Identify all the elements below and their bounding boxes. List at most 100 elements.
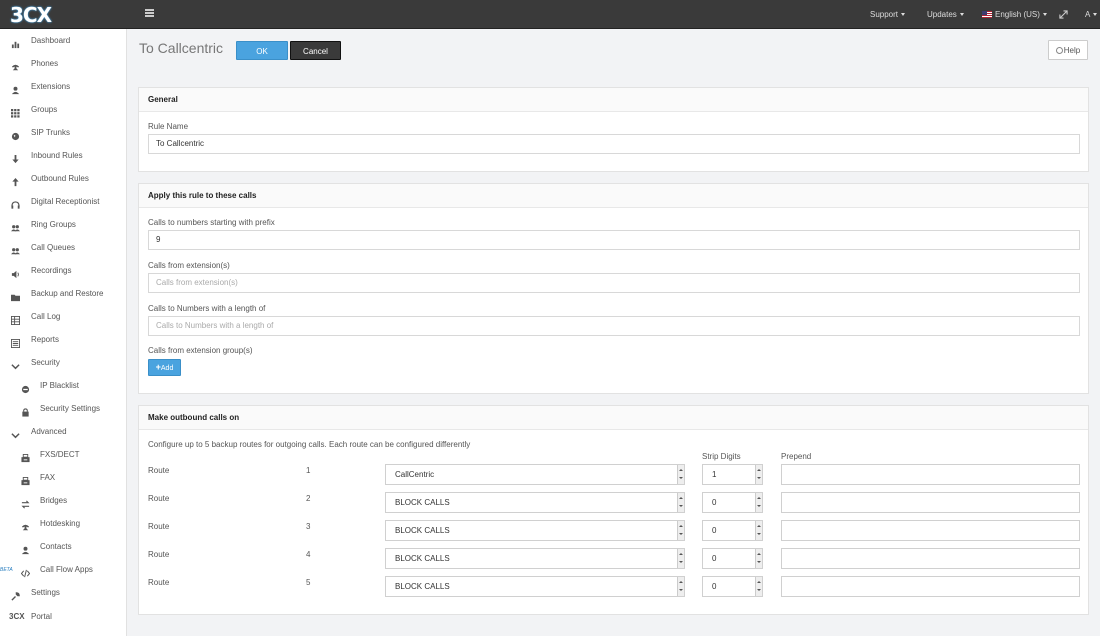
sidebar-item-recordings[interactable]: Recordings	[0, 261, 127, 281]
route-gateway-select[interactable]: BLOCK CALLS	[385, 492, 685, 513]
strip-digits-value: 0	[712, 554, 717, 563]
prepend-input[interactable]	[781, 464, 1080, 485]
sidebar-item-fax[interactable]: FAX	[0, 468, 127, 488]
rule-name-input[interactable]: To Callcentric	[148, 134, 1080, 154]
sidebar-item-call-log[interactable]: Call Log	[0, 307, 127, 327]
ok-button[interactable]: OK	[236, 41, 288, 60]
sidebar-item-digital-receptionist[interactable]: Digital Receptionist	[0, 192, 127, 212]
gateway-value: BLOCK CALLS	[395, 554, 450, 563]
route-row: Route 1 CallCentric 1	[139, 464, 1090, 485]
sidebar-item-call-queues[interactable]: Call Queues	[0, 238, 127, 258]
sidebar-item-ip-blacklist[interactable]: IP Blacklist	[0, 376, 127, 396]
sidebar-item-security-settings[interactable]: Security Settings	[0, 399, 127, 419]
prepend-input[interactable]	[781, 548, 1080, 569]
sidebar-item-dashboard[interactable]: Dashboard	[0, 31, 127, 51]
sidebar-item-label: FXS/DECT	[40, 450, 80, 459]
from-extensions-label: Calls from extension(s)	[148, 261, 230, 270]
user-icon	[21, 543, 30, 555]
sidebar-item-security[interactable]: Security	[0, 353, 127, 373]
add-label: Add	[160, 365, 174, 372]
route-row: Route 5 BLOCK CALLS 0	[139, 576, 1090, 597]
number-length-input[interactable]: Calls to Numbers with a length of	[148, 316, 1080, 336]
strip-digits-select[interactable]: 1	[702, 464, 763, 485]
select-spinner-icon	[677, 521, 684, 540]
sidebar-item-portal[interactable]: 3CX Portal	[0, 607, 127, 627]
help-button[interactable]: Help	[1048, 40, 1088, 60]
sidebar-item-settings[interactable]: Settings	[0, 583, 127, 603]
number-length-label: Calls to Numbers with a length of	[148, 304, 266, 313]
sidebar-item-extensions[interactable]: Extensions	[0, 77, 127, 97]
3cx-logo[interactable]: 3CX	[10, 4, 64, 26]
panel-heading: Apply this rule to these calls	[139, 184, 1088, 208]
sidebar-item-sip-trunks[interactable]: SIP Trunks	[0, 123, 127, 143]
language-menu[interactable]: English (US)	[982, 0, 1047, 29]
minus-circle-icon	[21, 382, 30, 394]
sidebar-item-outbound-rules[interactable]: Outbound Rules	[0, 169, 127, 189]
select-spinner-icon	[755, 465, 762, 484]
sidebar-item-advanced[interactable]: Advanced	[0, 422, 127, 442]
route-gateway-select[interactable]: BLOCK CALLS	[385, 520, 685, 541]
user-label: A	[1085, 10, 1091, 19]
arrow-down-icon	[11, 152, 20, 164]
route-row: Route 4 BLOCK CALLS 0	[139, 548, 1090, 569]
strip-digits-select[interactable]: 0	[702, 576, 763, 597]
sidebar-item-contacts[interactable]: Contacts	[0, 537, 127, 557]
sidebar-item-label: Call Flow Apps	[40, 565, 93, 574]
sidebar-item-backup-and-restore[interactable]: Backup and Restore	[0, 284, 127, 304]
sidebar-item-hotdesking[interactable]: Hotdesking	[0, 514, 127, 534]
gateway-value: CallCentric	[395, 470, 435, 479]
from-extensions-input[interactable]: Calls from extension(s)	[148, 273, 1080, 293]
user-menu[interactable]: A	[1085, 0, 1098, 29]
route-label: Route	[148, 494, 170, 503]
prefix-input[interactable]: 9	[148, 230, 1080, 250]
strip-digits-header: Strip Digits	[702, 452, 741, 461]
strip-digits-select[interactable]: 0	[702, 548, 763, 569]
route-label: Route	[148, 522, 170, 531]
prepend-input[interactable]	[781, 576, 1080, 597]
route-number: 3	[306, 522, 311, 531]
phone-icon	[11, 60, 20, 71]
prepend-input[interactable]	[781, 520, 1080, 541]
cancel-button[interactable]: Cancel	[290, 41, 341, 60]
outbound-panel: Make outbound calls on Configure up to 5…	[138, 405, 1089, 615]
extension-groups-label: Calls from extension group(s)	[148, 346, 253, 355]
select-spinner-icon	[755, 549, 762, 568]
gateway-value: BLOCK CALLS	[395, 498, 450, 507]
strip-digits-select[interactable]: 0	[702, 492, 763, 513]
bar-chart-icon	[11, 37, 20, 49]
language-label: English (US)	[995, 10, 1040, 19]
sidebar-item-bridges[interactable]: Bridges	[0, 491, 127, 511]
top-bar: 3CX Support Updates English (US) A	[0, 0, 1100, 29]
sidebar-item-label: Groups	[31, 105, 58, 114]
sidebar-item-reports[interactable]: Reports	[0, 330, 127, 350]
sidebar-item-inbound-rules[interactable]: Inbound Rules	[0, 146, 127, 166]
route-gateway-select[interactable]: BLOCK CALLS	[385, 548, 685, 569]
menu-toggle-icon[interactable]	[145, 9, 154, 17]
support-label: Support	[870, 10, 899, 19]
sidebar-item-groups[interactable]: Groups	[0, 100, 127, 120]
logo-text: 3CX	[10, 3, 52, 27]
folder-icon	[11, 290, 20, 302]
route-gateway-select[interactable]: BLOCK CALLS	[385, 576, 685, 597]
support-menu[interactable]: Support	[870, 0, 906, 29]
sidebar-item-call-flow-apps[interactable]: Call Flow Apps BETA	[0, 560, 127, 580]
panel-heading: General	[139, 88, 1088, 112]
gateway-value: BLOCK CALLS	[395, 582, 450, 591]
strip-digits-select[interactable]: 0	[702, 520, 763, 541]
sidebar-item-phones[interactable]: Phones	[0, 54, 127, 74]
sidebar-item-label: Backup and Restore	[31, 289, 104, 298]
route-gateway-select[interactable]: CallCentric	[385, 464, 685, 485]
updates-menu[interactable]: Updates	[927, 0, 964, 29]
strip-digits-value: 0	[712, 526, 717, 535]
prepend-input[interactable]	[781, 492, 1080, 513]
sidebar-item-fxs-dect[interactable]: FXS/DECT	[0, 445, 127, 465]
fullscreen-button[interactable]	[1059, 0, 1068, 29]
add-group-button[interactable]: +Add	[148, 359, 181, 376]
route-label: Route	[148, 466, 170, 475]
sidebar-item-label: Extensions	[31, 82, 71, 91]
sidebar-item-ring-groups[interactable]: Ring Groups	[0, 215, 127, 235]
caret-down-icon	[959, 13, 964, 17]
globe-icon	[11, 129, 20, 141]
strip-digits-value: 0	[712, 498, 717, 507]
sidebar-item-label: Dashboard	[31, 36, 71, 45]
